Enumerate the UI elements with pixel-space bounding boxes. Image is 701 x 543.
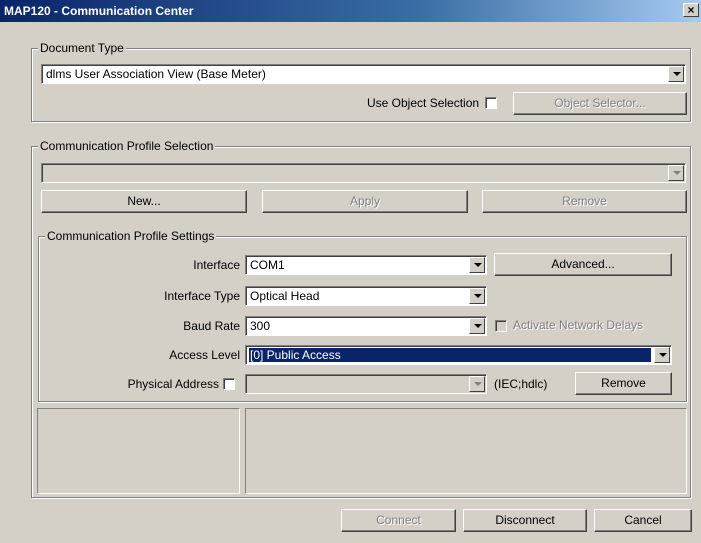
physical-address-dropdown[interactable] <box>245 374 487 394</box>
interface-type-dropdown[interactable]: Optical Head <box>245 286 487 306</box>
document-type-value: dlms User Association View (Base Meter) <box>46 67 266 81</box>
profile-selection-dropdown[interactable] <box>41 163 686 183</box>
status-panel-left <box>37 408 240 494</box>
object-selector-button[interactable]: Object Selector... <box>513 92 687 115</box>
title-bar: MAP120 - Communication Center × <box>0 0 701 22</box>
access-level-value: [0] Public Access <box>249 348 651 362</box>
baud-rate-label: Baud Rate <box>183 319 240 333</box>
interface-type-value: Optical Head <box>250 289 320 303</box>
communication-center-window: MAP120 - Communication Center × Document… <box>0 0 701 543</box>
activate-network-delays-checkbox[interactable] <box>495 320 507 332</box>
interface-type-label: Interface Type <box>164 289 240 303</box>
physical-address-checkbox[interactable] <box>223 378 235 390</box>
baud-rate-dropdown[interactable]: 300 <box>245 316 487 336</box>
interface-label: Interface <box>193 258 240 272</box>
chevron-down-icon[interactable] <box>654 347 670 363</box>
use-object-selection-checkbox[interactable] <box>485 97 497 109</box>
document-type-legend: Document Type <box>38 41 126 55</box>
profile-selection-legend: Communication Profile Selection <box>38 139 216 153</box>
close-icon[interactable]: × <box>683 3 699 17</box>
activate-network-delays-label: Activate Network Delays <box>513 318 644 332</box>
document-type-dropdown[interactable]: dlms User Association View (Base Meter) <box>41 64 686 84</box>
remove-profile-button[interactable]: Remove <box>482 190 687 213</box>
apply-profile-button[interactable]: Apply <box>262 190 468 213</box>
status-panel-right <box>245 408 687 494</box>
baud-rate-value: 300 <box>250 319 271 333</box>
cancel-button[interactable]: Cancel <box>594 509 692 532</box>
iec-hdlc-label: (IEC;hdlc) <box>494 377 548 391</box>
remove-address-button[interactable]: Remove <box>575 372 672 395</box>
access-level-dropdown[interactable]: [0] Public Access <box>245 345 672 365</box>
access-level-label: Access Level <box>169 348 240 362</box>
advanced-button[interactable]: Advanced... <box>494 253 672 276</box>
new-profile-button[interactable]: New... <box>41 190 247 213</box>
chevron-down-icon[interactable] <box>668 165 684 181</box>
disconnect-button[interactable]: Disconnect <box>463 509 587 532</box>
chevron-down-icon[interactable] <box>469 318 485 334</box>
connect-button[interactable]: Connect <box>341 509 456 532</box>
interface-dropdown[interactable]: COM1 <box>245 255 487 275</box>
physical-address-label: Physical Address <box>127 377 219 391</box>
use-object-selection-label: Use Object Selection <box>367 96 480 110</box>
chevron-down-icon[interactable] <box>469 376 485 392</box>
interface-value: COM1 <box>250 258 285 272</box>
chevron-down-icon[interactable] <box>668 66 684 82</box>
profile-settings-legend: Communication Profile Settings <box>45 229 217 243</box>
chevron-down-icon[interactable] <box>469 288 485 304</box>
chevron-down-icon[interactable] <box>469 257 485 273</box>
window-title: MAP120 - Communication Center <box>4 4 194 18</box>
